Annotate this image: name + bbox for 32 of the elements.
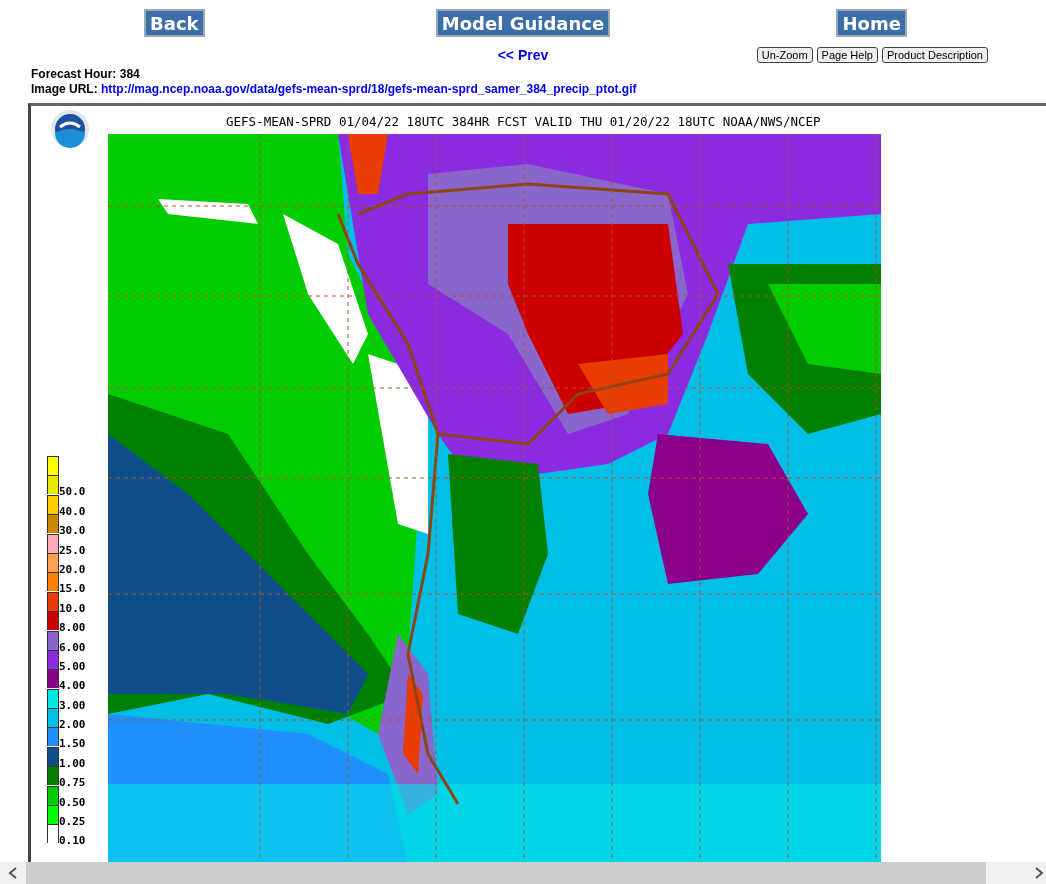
legend-label: 40.0 [59,504,86,518]
legend-label: 25.0 [59,543,86,557]
legend-label: 5.00 [59,659,86,673]
image-url-link[interactable]: http://mag.ncep.noaa.gov/data/gefs-mean-sprd/18/gefs-mean-sprd_samer_384_precip_ptot.gif [101,82,637,96]
legend-label: 6.00 [59,640,86,654]
legend-label: 10.0 [59,601,86,615]
back-button[interactable]: Back [144,9,205,37]
legend-label: 1.00 [59,756,86,770]
home-button[interactable]: Home [836,9,907,37]
legend-label: 0.10 [59,834,86,848]
legend-label: 0.75 [59,776,86,790]
tool-button[interactable]: Page Help [816,47,878,63]
legend-label: 30.0 [59,524,86,538]
forecast-hour-label: Forecast Hour: [31,67,117,81]
tool-button[interactable]: Un-Zoom [756,47,813,63]
map-title: GEFS-MEAN-SPRD 01/04/22 18UTC 384HR FCST VALID THU 01/20/22 18UTC NOAA/NWS/NCEP [226,114,821,129]
legend-label: 0.25 [59,815,86,829]
previous-link[interactable]: << Prev [497,47,549,63]
legend-label: 2.00 [59,718,86,732]
legend-label: 4.00 [59,679,86,693]
legend-label: 3.00 [59,698,86,712]
legend-label: 8.00 [59,621,86,635]
model-guidance-button[interactable]: Model Guidance [435,9,611,37]
legend-label: 1.50 [59,737,86,751]
forecast-hour-value: 384 [119,67,140,81]
legend-label: 20.0 [59,562,86,576]
legend-label: 15.0 [59,582,86,596]
image-url-label: Image URL: [31,82,98,96]
legend-label: 50.0 [59,485,86,499]
legend-label: 0.50 [59,795,86,809]
logo-icon [50,109,90,149]
tool-button[interactable]: Product Description [882,47,988,63]
